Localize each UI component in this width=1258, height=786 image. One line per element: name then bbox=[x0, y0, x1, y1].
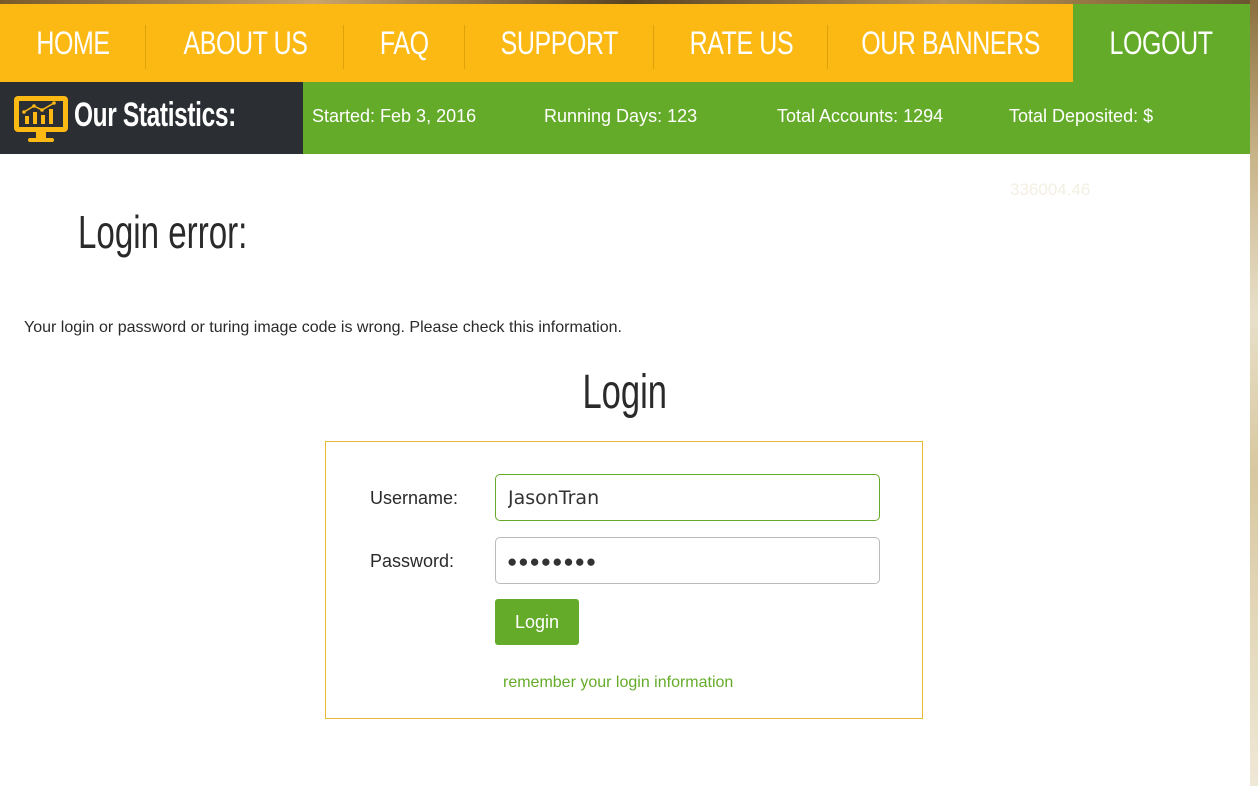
nav-about-label: ABOUT US bbox=[182, 24, 308, 61]
main-nav: HOME ABOUT US FAQ SUPPORT RATE US OUR BA… bbox=[0, 4, 1250, 82]
nav-support-label: SUPPORT bbox=[500, 24, 619, 61]
login-heading: Login bbox=[0, 365, 1250, 420]
stat-running-days: Running Days: 123 bbox=[544, 106, 698, 126]
password-label: Password: bbox=[370, 551, 455, 571]
page-background-edge bbox=[1250, 0, 1258, 786]
statistics-header: Our Statistics: bbox=[0, 82, 303, 154]
stat-started: Started: Feb 3, 2016 bbox=[312, 106, 477, 126]
remember-login-link[interactable]: remember your login information bbox=[503, 674, 733, 692]
username-label: Username: bbox=[370, 488, 459, 508]
page-title: Login error: bbox=[78, 206, 248, 258]
monitor-chart-icon bbox=[14, 96, 68, 142]
statistics-bar: Our Statistics: Started: Feb 3, 2016 Run… bbox=[0, 82, 1250, 154]
stat-total-accounts: Total Accounts: 1294 bbox=[777, 106, 944, 126]
login-form: Username: Password: ●●●●●●●● Login remem… bbox=[325, 441, 923, 719]
error-message: Your login or password or turing image c… bbox=[24, 319, 622, 336]
nav-item-our-banners[interactable]: OUR BANNERS bbox=[828, 4, 1073, 82]
nav-item-support[interactable]: SUPPORT bbox=[465, 4, 654, 82]
login-heading-text: Login bbox=[582, 366, 668, 419]
nav-logout-label: LOGOUT bbox=[1109, 24, 1214, 61]
statistics-title: Our Statistics: bbox=[74, 96, 236, 134]
nav-rate-label: RATE US bbox=[689, 24, 793, 61]
nav-faq-label: FAQ bbox=[380, 24, 429, 61]
nav-item-about-us[interactable]: ABOUT US bbox=[146, 4, 344, 82]
stat-total-deposited-value: 336004.46 bbox=[1010, 180, 1091, 199]
nav-item-home[interactable]: HOME bbox=[0, 4, 146, 82]
nav-item-rate-us[interactable]: RATE US bbox=[654, 4, 828, 82]
password-input[interactable] bbox=[495, 537, 880, 584]
username-input[interactable] bbox=[495, 474, 880, 521]
nav-banners-label: OUR BANNERS bbox=[861, 24, 1040, 61]
stat-total-deposited: Total Deposited: $ bbox=[1009, 106, 1154, 126]
nav-item-faq[interactable]: FAQ bbox=[344, 4, 465, 82]
nav-home-label: HOME bbox=[36, 24, 110, 61]
nav-item-logout[interactable]: LOGOUT bbox=[1073, 4, 1250, 82]
login-button[interactable]: Login bbox=[495, 599, 579, 645]
